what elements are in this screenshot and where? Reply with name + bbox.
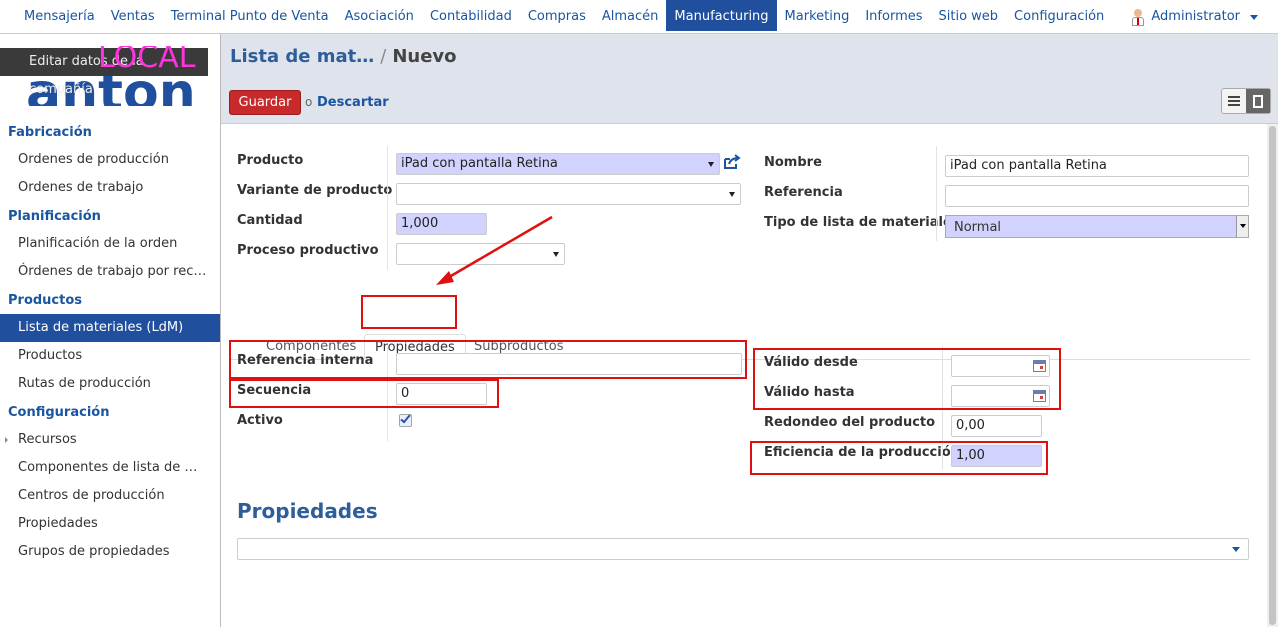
nombre-label: Nombre	[764, 155, 822, 170]
referencia-label: Referencia	[764, 185, 843, 200]
company-logo-area[interactable]: anton Editar datos de la compañía LOCAL	[0, 46, 221, 106]
save-button[interactable]: Guardar	[229, 90, 301, 115]
check-icon	[400, 412, 411, 424]
sidebar-item-grupos-propiedades[interactable]: Grupos de propiedades	[0, 538, 220, 566]
propiedades-section-title: Propiedades	[237, 499, 378, 523]
sidebar-item-componentes-lista[interactable]: Componentes de lista de …	[0, 454, 220, 482]
menu-pos[interactable]: Terminal Punto de Venta	[163, 0, 337, 31]
proceso-select[interactable]	[396, 243, 565, 265]
redondeo-input[interactable]: 0,00	[951, 415, 1042, 437]
dropdown-arrow-icon	[1232, 547, 1240, 552]
menu-mensajeria[interactable]: Mensajería	[16, 0, 103, 31]
sidebar-item-rutas[interactable]: Rutas de producción	[0, 370, 220, 398]
sidebar-item-ordenes-produccion[interactable]: Ordenes de producción	[0, 146, 220, 174]
cantidad-input[interactable]: 1,000	[396, 213, 487, 235]
discard-button[interactable]: Descartar	[317, 95, 389, 110]
annotation-box-ref-interna	[229, 340, 747, 379]
tipo-select[interactable]: Normal	[945, 215, 1249, 238]
sidebar-section-planificacion: Planificación	[8, 209, 101, 224]
menu-marketing[interactable]: Marketing	[777, 0, 858, 31]
propiedades-select[interactable]	[237, 538, 1249, 560]
main-content: Lista de mat… / Nuevo Guardar o Descartar …	[221, 34, 1278, 627]
annotation-box-eficiencia	[750, 441, 1048, 475]
sidebar-item-lista-materiales[interactable]: Lista de materiales (LdM)	[0, 314, 220, 342]
list-icon	[1228, 96, 1240, 106]
sidebar-item-label: Recursos	[18, 432, 77, 447]
control-panel: Lista de mat… / Nuevo Guardar o Descartar	[221, 34, 1278, 124]
producto-label: Producto	[237, 153, 304, 168]
breadcrumb-parent[interactable]: Lista de mat…	[230, 46, 374, 67]
sidebar-item-ordenes-recurso[interactable]: Órdenes de trabajo por rec…	[0, 258, 220, 286]
menu-almacen[interactable]: Almacén	[594, 0, 667, 31]
external-link-icon[interactable]	[723, 154, 741, 170]
activo-checkbox[interactable]	[399, 412, 412, 427]
menu-ventas[interactable]: Ventas	[103, 0, 163, 31]
user-menu[interactable]: Administrator	[1131, 0, 1258, 34]
sidebar-section-productos: Productos	[8, 293, 83, 308]
list-view-button[interactable]	[1222, 89, 1246, 113]
breadcrumb-separator: /	[380, 46, 387, 67]
dropdown-arrow-icon	[1236, 216, 1248, 237]
dropdown-arrow-icon	[708, 162, 714, 167]
producto-value: iPad con pantalla Retina	[401, 156, 558, 171]
variante-select[interactable]	[396, 183, 741, 205]
user-name: Administrator	[1151, 9, 1240, 24]
menu-asociacion[interactable]: Asociación	[337, 0, 422, 31]
scrollbar[interactable]	[1267, 124, 1278, 627]
cantidad-label: Cantidad	[237, 213, 303, 228]
env-badge: LOCAL	[98, 46, 196, 75]
menu-informes[interactable]: Informes	[857, 0, 930, 31]
avatar	[1131, 8, 1145, 26]
expand-triangle-icon[interactable]	[5, 437, 8, 443]
sidebar-item-productos[interactable]: Productos	[0, 342, 220, 370]
sidebar-item-ordenes-trabajo[interactable]: Ordenes de trabajo	[0, 174, 220, 202]
tipo-value: Normal	[954, 220, 1002, 235]
divider	[936, 146, 937, 241]
sidebar-section-fabricacion: Fabricación	[8, 125, 92, 140]
view-switcher	[1221, 88, 1271, 114]
sidebar-item-propiedades[interactable]: Propiedades	[0, 510, 220, 538]
sidebar-menu: Fabricación Ordenes de producción Ordene…	[0, 118, 220, 566]
page-title: Nuevo	[392, 46, 457, 67]
dropdown-arrow-icon	[729, 192, 735, 197]
sidebar-item-centros-produccion[interactable]: Centros de producción	[0, 482, 220, 510]
nombre-input[interactable]: iPad con pantalla Retina	[945, 155, 1249, 177]
activo-label: Activo	[237, 413, 283, 428]
sidebar-section-configuracion: Configuración	[8, 405, 110, 420]
menu-compras[interactable]: Compras	[520, 0, 594, 31]
or-label: o	[305, 95, 313, 109]
top-navbar: Mensajería Ventas Terminal Punto de Vent…	[0, 0, 1278, 34]
scrollbar-thumb[interactable]	[1269, 126, 1276, 625]
annotation-box-secuencia	[229, 379, 499, 408]
sidebar: anton Editar datos de la compañía LOCAL …	[0, 34, 221, 627]
referencia-input[interactable]	[945, 185, 1249, 207]
menu-contabilidad[interactable]: Contabilidad	[422, 0, 520, 31]
chevron-down-icon	[1250, 14, 1258, 20]
form-icon	[1253, 94, 1263, 108]
divider	[387, 146, 388, 270]
redondeo-label: Redondeo del producto	[764, 415, 936, 430]
sidebar-item-recursos[interactable]: Recursos	[0, 426, 220, 454]
proceso-label: Proceso productivo	[237, 243, 379, 258]
tipo-label: Tipo de lista de materiales	[764, 215, 960, 230]
variante-label: Variante de producto	[237, 183, 393, 198]
annotation-box-validez	[753, 348, 1061, 410]
producto-select[interactable]: iPad con pantalla Retina	[396, 153, 720, 175]
annotation-box-tab	[361, 295, 457, 329]
sidebar-item-planificacion-orden[interactable]: Planificación de la orden	[0, 230, 220, 258]
menu-configuracion[interactable]: Configuración	[1006, 0, 1112, 31]
menu-manufacturing[interactable]: Manufacturing	[666, 0, 777, 31]
dropdown-arrow-icon	[553, 252, 559, 257]
menu-sitio-web[interactable]: Sitio web	[931, 0, 1007, 31]
main-menu: Mensajería Ventas Terminal Punto de Vent…	[16, 0, 1112, 34]
form-view-button[interactable]	[1246, 89, 1270, 113]
breadcrumb: Lista de mat… / Nuevo	[230, 46, 457, 67]
